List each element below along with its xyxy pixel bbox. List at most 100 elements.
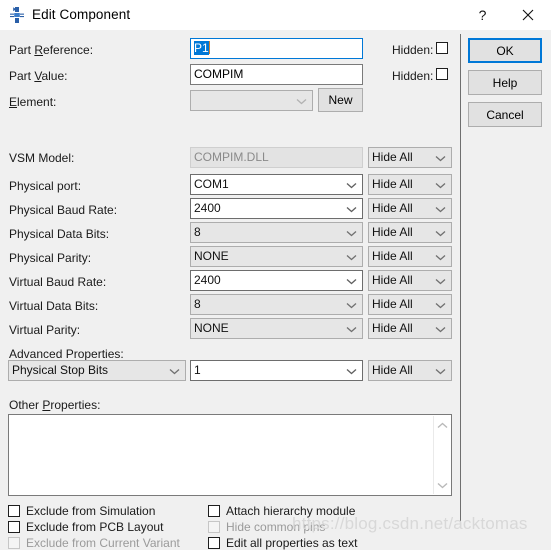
- physical-port-hide-value: Hide All: [372, 177, 413, 191]
- component-icon: [8, 6, 26, 24]
- chevron-down-icon: [346, 175, 357, 194]
- virtual-parity-combo[interactable]: NONE: [190, 318, 363, 339]
- chevron-down-icon: [435, 319, 446, 338]
- physical-baud-rate-hide-value: Hide All: [372, 201, 413, 215]
- checkbox-label: Edit all properties as text: [226, 536, 358, 550]
- chevron-down-icon: [346, 271, 357, 290]
- chevron-down-icon: [435, 247, 446, 266]
- virtual-baud-rate-label: Virtual Baud Rate:: [9, 275, 107, 289]
- other-properties-textarea[interactable]: [8, 414, 452, 496]
- right-panel-divider: [460, 34, 461, 528]
- virtual-baud-rate-value: 2400: [194, 273, 221, 287]
- help-button[interactable]: Help: [468, 70, 542, 95]
- physical-data-bits-combo[interactable]: 8: [190, 222, 363, 243]
- virtual-baud-rate-hide-combo[interactable]: Hide All: [368, 270, 452, 291]
- chevron-down-icon: [346, 199, 357, 218]
- chevron-down-icon: [346, 223, 357, 242]
- checkbox-box: [208, 521, 220, 533]
- advanced-property-value: Physical Stop Bits: [12, 363, 109, 377]
- new-element-button[interactable]: New: [318, 88, 363, 112]
- physical-baud-rate-label: Physical Baud Rate:: [9, 203, 118, 217]
- help-titlebar-button[interactable]: ?: [460, 0, 505, 30]
- virtual-parity-label: Virtual Parity:: [9, 323, 81, 337]
- advanced-value-combo[interactable]: 1: [190, 360, 363, 381]
- part-value-label: Part Value:: [9, 69, 68, 83]
- virtual-data-bits-value: 8: [194, 297, 201, 311]
- physical-baud-rate-hide-combo[interactable]: Hide All: [368, 198, 452, 219]
- chevron-down-icon: [435, 223, 446, 242]
- physical-parity-hide-combo[interactable]: Hide All: [368, 246, 452, 267]
- element-combo[interactable]: [190, 90, 313, 111]
- checkbox-label: Exclude from PCB Layout: [26, 520, 164, 534]
- chevron-down-icon: [296, 91, 307, 110]
- virtual-parity-value: NONE: [194, 321, 229, 335]
- chevron-down-icon: [346, 295, 357, 314]
- chevron-down-icon: [435, 175, 446, 194]
- other-properties-label: Other Properties:: [9, 398, 101, 412]
- checkbox-exclude-from-pcb-layout[interactable]: Exclude from PCB Layout: [8, 520, 163, 534]
- physical-port-value: COM1: [194, 177, 229, 191]
- chevron-down-icon: [435, 148, 446, 167]
- checkbox-box: [8, 505, 20, 517]
- advanced-property-combo[interactable]: Physical Stop Bits: [8, 360, 186, 381]
- part-reference-value: P1: [194, 41, 209, 55]
- physical-port-hide-combo[interactable]: Hide All: [368, 174, 452, 195]
- vsm-model-value: COMPIM.DLL: [194, 150, 269, 164]
- chevron-down-icon: [435, 199, 446, 218]
- part-value-input[interactable]: COMPIM: [190, 64, 363, 85]
- part-value-text: COMPIM: [194, 67, 244, 81]
- chevron-down-icon: [346, 247, 357, 266]
- textarea-scrollbar[interactable]: [433, 416, 450, 494]
- chevron-down-icon: [346, 361, 357, 380]
- physical-parity-label: Physical Parity:: [9, 251, 92, 265]
- scroll-down-icon[interactable]: [434, 477, 450, 493]
- close-icon[interactable]: [505, 0, 550, 30]
- virtual-baud-rate-hide-value: Hide All: [372, 273, 413, 287]
- physical-data-bits-value: 8: [194, 225, 201, 239]
- virtual-data-bits-hide-value: Hide All: [372, 297, 413, 311]
- checkbox-box: [8, 521, 20, 533]
- chevron-down-icon: [435, 271, 446, 290]
- advanced-value: 1: [194, 363, 201, 377]
- vsm-model-hide-combo[interactable]: Hide All: [368, 147, 452, 168]
- virtual-data-bits-hide-combo[interactable]: Hide All: [368, 294, 452, 315]
- checkbox-box: [8, 537, 20, 549]
- edit-component-dialog: Edit Component ? Part Reference: P1 Hidd…: [0, 0, 551, 550]
- part-value-hidden-checkbox[interactable]: [436, 68, 448, 80]
- chevron-down-icon: [435, 361, 446, 380]
- virtual-parity-hide-combo[interactable]: Hide All: [368, 318, 452, 339]
- advanced-properties-label: Advanced Properties:: [9, 347, 124, 361]
- cancel-button[interactable]: Cancel: [468, 102, 542, 127]
- physical-baud-rate-combo[interactable]: 2400: [190, 198, 363, 219]
- checkbox-box: [208, 537, 220, 549]
- checkbox-box: [208, 505, 220, 517]
- physical-parity-combo[interactable]: NONE: [190, 246, 363, 267]
- virtual-baud-rate-combo[interactable]: 2400: [190, 270, 363, 291]
- virtual-data-bits-label: Virtual Data Bits:: [9, 299, 99, 313]
- checkbox-exclude-from-simulation[interactable]: Exclude from Simulation: [8, 504, 155, 518]
- chevron-down-icon: [346, 319, 357, 338]
- vsm-model-input: COMPIM.DLL: [190, 147, 363, 168]
- part-reference-label: Part Reference:: [9, 43, 94, 57]
- checkbox-label: Exclude from Current Variant: [26, 536, 180, 550]
- dialog-body: Part Reference: P1 Hidden: Part Value: C…: [0, 30, 551, 550]
- checkbox-label: Exclude from Simulation: [26, 504, 156, 518]
- physical-data-bits-hide-combo[interactable]: Hide All: [368, 222, 452, 243]
- part-reference-hidden-label: Hidden:: [392, 43, 434, 57]
- physical-data-bits-hide-value: Hide All: [372, 225, 413, 239]
- checkbox-exclude-from-current-variant: Exclude from Current Variant: [8, 536, 180, 550]
- part-reference-hidden-checkbox[interactable]: [436, 42, 448, 54]
- advanced-hide-combo[interactable]: Hide All: [368, 360, 452, 381]
- scroll-up-icon[interactable]: [434, 417, 450, 433]
- vsm-model-hide-value: Hide All: [372, 150, 413, 164]
- physical-port-label: Physical port:: [9, 179, 82, 193]
- physical-baud-rate-value: 2400: [194, 201, 221, 215]
- vsm-model-label: VSM Model:: [9, 151, 75, 165]
- part-reference-input[interactable]: P1: [190, 38, 363, 59]
- virtual-data-bits-combo[interactable]: 8: [190, 294, 363, 315]
- ok-button[interactable]: OK: [468, 38, 542, 63]
- physical-parity-hide-value: Hide All: [372, 249, 413, 263]
- element-label: Element:: [9, 95, 57, 109]
- physical-port-combo[interactable]: COM1: [190, 174, 363, 195]
- checkbox-edit-all-properties-as-text[interactable]: Edit all properties as text: [208, 536, 357, 550]
